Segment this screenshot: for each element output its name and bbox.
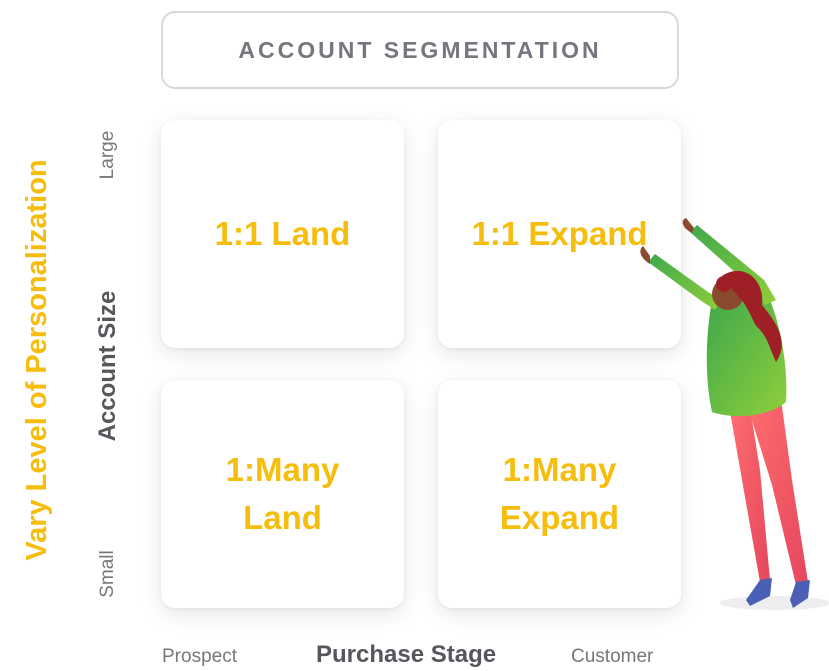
segmentation-header: ACCOUNT SEGMENTATION bbox=[161, 11, 679, 89]
quadrant-label: 1:Many Land bbox=[225, 451, 340, 536]
quadrant-top-left: 1:1 Land bbox=[161, 120, 404, 348]
header-title: ACCOUNT SEGMENTATION bbox=[238, 36, 602, 63]
y-tick-small: Small bbox=[97, 550, 118, 598]
quadrant-label: 1:Many Expand bbox=[499, 451, 620, 536]
woman-illustration bbox=[640, 218, 829, 610]
quadrant-bottom-left: 1:Many Land bbox=[161, 380, 404, 608]
quadrant-label: 1:1 Land bbox=[214, 215, 351, 252]
side-title: Vary Level of Personalization bbox=[20, 159, 53, 561]
y-axis-label: Account Size bbox=[94, 290, 121, 442]
x-tick-customer: Customer bbox=[571, 646, 654, 667]
y-tick-large: Large bbox=[97, 130, 118, 180]
x-tick-prospect: Prospect bbox=[162, 646, 237, 667]
x-axis-label: Purchase Stage bbox=[316, 641, 497, 668]
